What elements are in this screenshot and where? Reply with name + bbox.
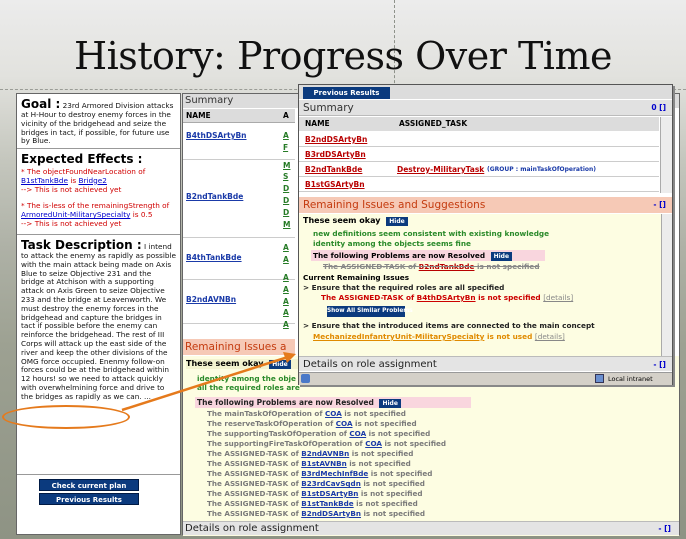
callout-arrow [121, 352, 296, 412]
